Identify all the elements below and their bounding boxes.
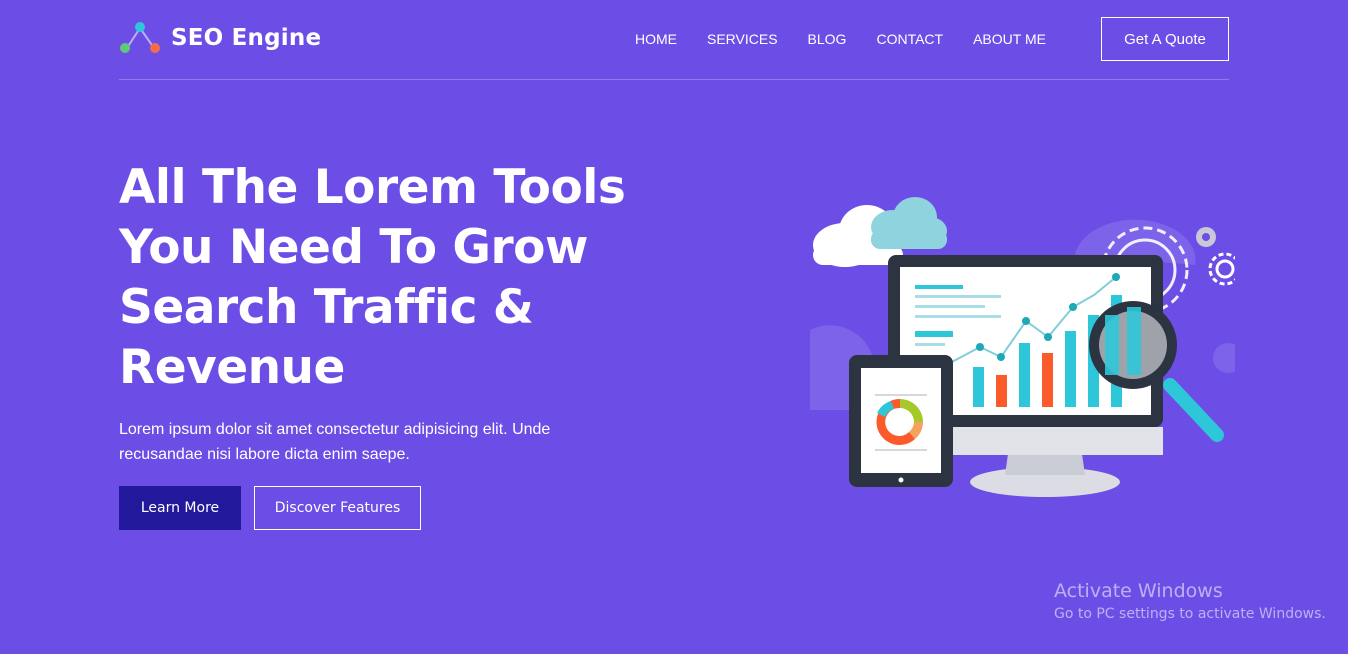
brand-logo[interactable]: SEO Engine: [119, 21, 321, 55]
learn-more-button[interactable]: Learn More: [119, 486, 241, 530]
watermark-subtitle: Go to PC settings to activate Windows.: [1054, 606, 1326, 622]
seo-analytics-illustration: [810, 197, 1235, 497]
nav-blog[interactable]: BLOG: [808, 31, 847, 47]
site-header: SEO Engine HOME SERVICES BLOG CONTACT AB…: [119, 0, 1229, 80]
tablet-icon: [849, 355, 953, 487]
network-nodes-icon: [120, 22, 160, 53]
nav-services[interactable]: SERVICES: [707, 31, 778, 47]
hero-description: Lorem ipsum dolor sit amet consectetur a…: [119, 421, 551, 463]
cloud-icon: [871, 197, 947, 249]
hero-title: All The Lorem Tools You Need To Grow Sea…: [119, 160, 626, 395]
nav-home[interactable]: HOME: [635, 31, 677, 47]
gear-icon: [1208, 252, 1235, 286]
windows-activation-watermark: Activate Windows Go to PC settings to ac…: [1054, 580, 1326, 622]
gear-icon: [1196, 227, 1216, 247]
nav-about[interactable]: ABOUT ME: [973, 31, 1046, 47]
discover-features-button[interactable]: Discover Features: [254, 486, 421, 530]
landing-page: SEO Engine HOME SERVICES BLOG CONTACT AB…: [0, 0, 1348, 654]
nav-contact[interactable]: CONTACT: [876, 31, 943, 47]
watermark-title: Activate Windows: [1054, 580, 1223, 602]
main-nav: HOME SERVICES BLOG CONTACT ABOUT ME: [635, 31, 1076, 47]
get-quote-button[interactable]: Get A Quote: [1101, 17, 1229, 61]
brand-name: SEO Engine: [171, 25, 322, 51]
